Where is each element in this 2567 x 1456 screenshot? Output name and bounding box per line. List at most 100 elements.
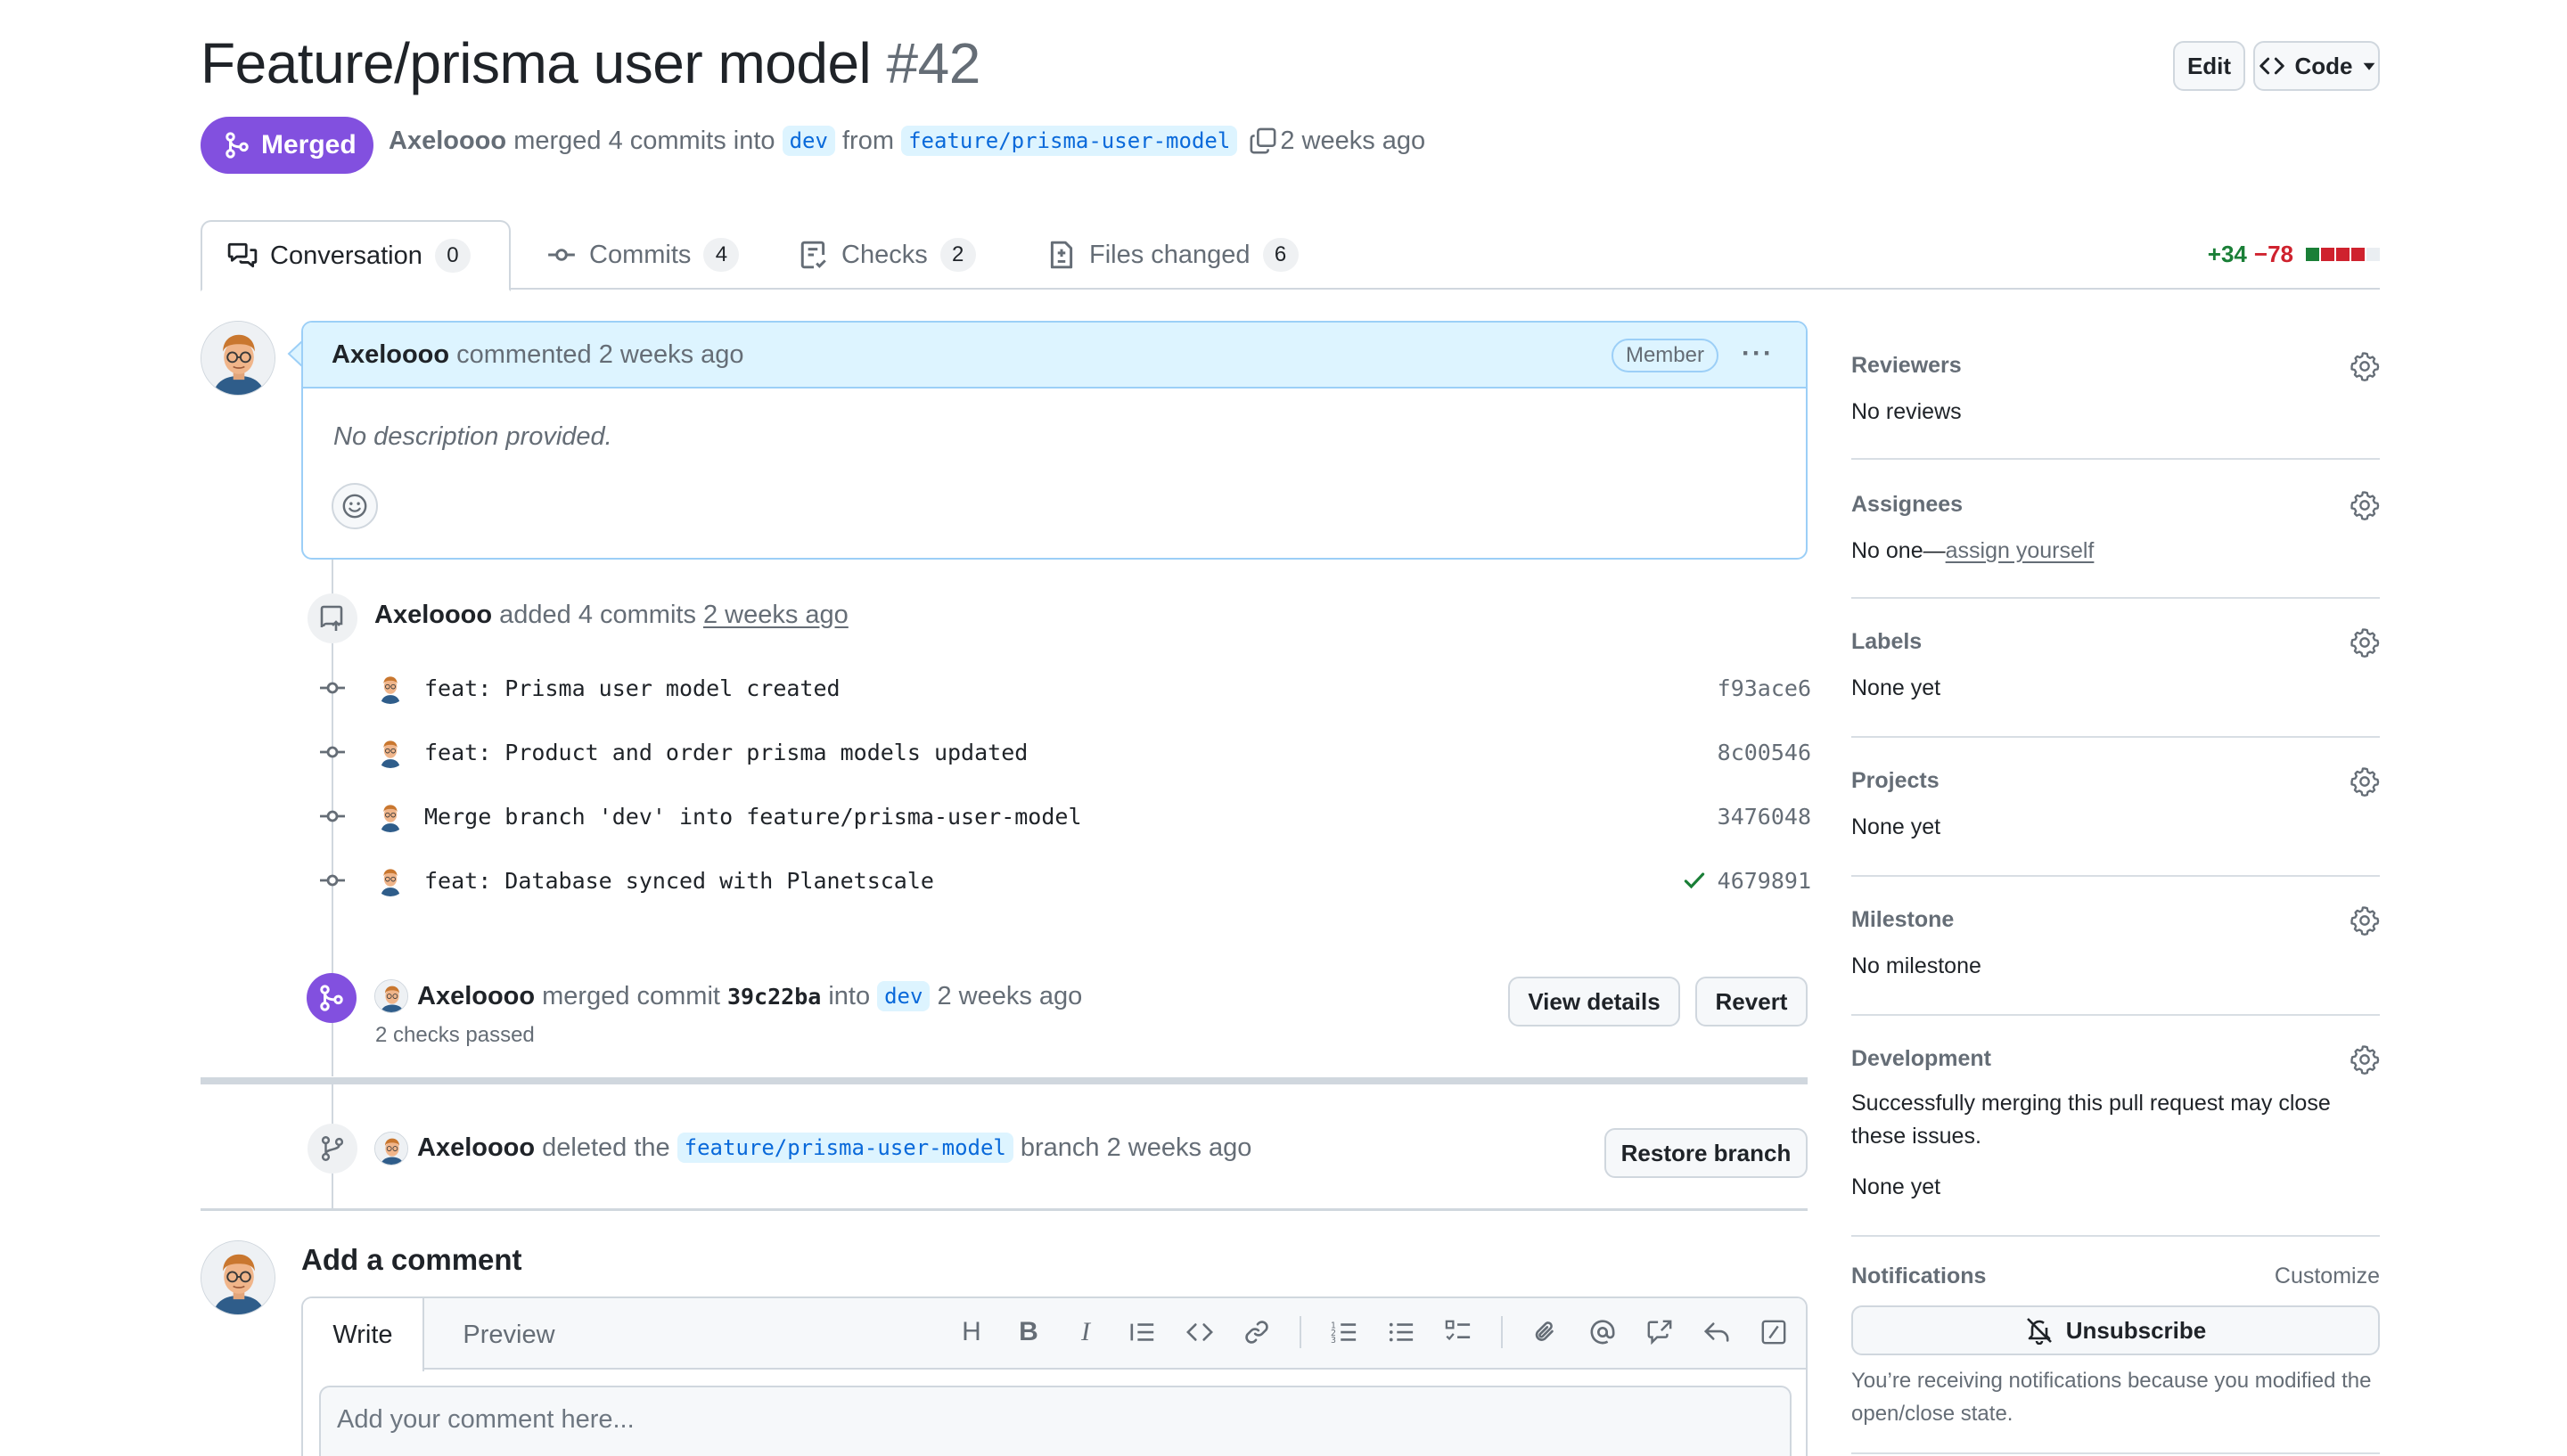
customize-link[interactable]: Customize [2264, 1264, 2380, 1289]
gear-icon[interactable] [2350, 351, 2380, 381]
commit-message-link[interactable]: feat: Prisma user model created [424, 675, 841, 701]
gear-icon[interactable] [2350, 1044, 2380, 1075]
milestone-title[interactable]: Milestone [1851, 907, 1954, 933]
tab-conversation-label: Conversation [270, 241, 422, 270]
timeline-break [201, 1077, 1808, 1084]
assignees-title[interactable]: Assignees [1851, 492, 1963, 518]
italic-icon[interactable]: I [1071, 1317, 1100, 1346]
sidebar-projects: Projects None yet [1851, 738, 2380, 877]
add-reaction-button[interactable] [332, 483, 378, 529]
tab-conversation-count: 0 [434, 239, 471, 273]
commit-message-link[interactable]: feat: Product and order prisma models up… [424, 740, 1028, 765]
merge-author-link[interactable]: Axeloooo [417, 982, 535, 1011]
toolbar-divider [1501, 1316, 1503, 1348]
author-avatar[interactable] [201, 321, 275, 396]
tab-commits[interactable]: Commits 4 [521, 220, 764, 290]
pr-author-link[interactable]: Axeloooo [389, 127, 506, 156]
view-details-label: View details [1528, 987, 1661, 1015]
comment-discussion-icon [227, 241, 258, 271]
view-details-button[interactable]: View details [1508, 977, 1680, 1027]
restore-branch-button[interactable]: Restore branch [1604, 1128, 1808, 1178]
labels-title[interactable]: Labels [1851, 629, 1922, 655]
slash-commands-icon[interactable] [1759, 1318, 1788, 1346]
sidebar-development: Development Successfully merging this pu… [1851, 1016, 2380, 1237]
diffstat: +34 −78 [2208, 241, 2380, 268]
assign-yourself-link[interactable]: assign yourself [1946, 538, 2095, 563]
merge-into-text: into [828, 981, 871, 1010]
tab-files-changed-label: Files changed [1089, 240, 1251, 269]
delete-author-link[interactable]: Axeloooo [417, 1133, 535, 1163]
commit-sha-link[interactable]: 3476048 [1718, 804, 1811, 830]
pr-merged-text: merged 4 commits into [513, 126, 775, 155]
smiley-icon [341, 493, 368, 519]
markdown-toolbar: H B I 123 [957, 1316, 1788, 1348]
gear-icon[interactable] [2350, 627, 2380, 658]
link-icon[interactable] [1242, 1318, 1271, 1346]
repo-push-icon [318, 604, 347, 633]
unordered-list-icon[interactable] [1387, 1318, 1415, 1346]
tab-checks[interactable]: Checks 2 [774, 220, 1001, 290]
deleted-branch-name: feature/prisma-user-model [677, 1133, 1013, 1163]
commits-event-time-link[interactable]: 2 weeks ago [703, 601, 849, 630]
current-user-avatar[interactable] [201, 1240, 275, 1315]
gear-icon[interactable] [2350, 766, 2380, 797]
gear-icon[interactable] [2350, 905, 2380, 936]
commit-sha-link[interactable]: 4679891 [1718, 868, 1811, 894]
unsubscribe-button[interactable]: Unsubscribe [1851, 1305, 2380, 1355]
branch-deleted-badge [308, 1124, 357, 1174]
cross-reference-icon[interactable] [1645, 1318, 1674, 1346]
diffstat-deletions: −78 [2253, 241, 2293, 267]
reviewers-title[interactable]: Reviewers [1851, 353, 1962, 379]
kebab-menu-icon[interactable]: ··· [1742, 339, 1774, 369]
commits-event-text: added 4 commits [499, 601, 696, 629]
development-title[interactable]: Development [1851, 1046, 1991, 1072]
commit-message-link[interactable]: Merge branch 'dev' into feature/prisma-u… [424, 804, 1082, 830]
commits-event-author-link[interactable]: Axeloooo [374, 601, 492, 630]
merged-state-label: Merged [261, 130, 357, 160]
tab-write[interactable]: Write [303, 1298, 424, 1371]
commit-sha-link[interactable]: f93ace6 [1718, 675, 1811, 701]
check-icon[interactable] [1682, 868, 1707, 893]
merged-state-badge: Merged [201, 117, 373, 174]
head-branch-link[interactable]: feature/prisma-user-model [901, 126, 1238, 156]
bold-icon[interactable]: B [1014, 1317, 1043, 1346]
toolbar-divider [1300, 1316, 1301, 1348]
task-list-icon[interactable] [1444, 1318, 1472, 1346]
delete-author-avatar[interactable] [374, 1132, 408, 1166]
revert-button[interactable]: Revert [1695, 977, 1808, 1027]
commit-author-avatar[interactable] [374, 800, 406, 832]
code-icon[interactable] [1185, 1318, 1214, 1346]
copy-icon[interactable] [1250, 127, 1276, 154]
tab-conversation[interactable]: Conversation 0 [201, 220, 511, 291]
merge-author-avatar[interactable] [374, 979, 408, 1013]
commit-message-link[interactable]: feat: Database synced with Planetscale [424, 868, 934, 894]
commit-author-avatar[interactable] [374, 864, 406, 896]
commit-sha-link[interactable]: 8c00546 [1718, 740, 1811, 765]
edit-button[interactable]: Edit [2173, 41, 2245, 91]
comment-textarea[interactable]: Add your comment here... [319, 1386, 1792, 1456]
commit-author-avatar[interactable] [374, 736, 406, 768]
svg-text:3: 3 [1331, 1336, 1336, 1346]
base-branch-link[interactable]: dev [782, 126, 835, 156]
mention-icon[interactable] [1588, 1318, 1617, 1346]
merge-commit-sha-link[interactable]: 39c22ba [727, 984, 821, 1010]
heading-icon[interactable]: H [957, 1317, 986, 1346]
tab-files-changed[interactable]: Files changed 6 [1021, 220, 1324, 290]
projects-title[interactable]: Projects [1851, 768, 1940, 794]
merge-branch-link[interactable]: dev [877, 981, 931, 1011]
labels-value: None yet [1851, 675, 1941, 700]
revert-label: Revert [1715, 987, 1788, 1015]
merge-event: Axeloooo merged commit 39c22ba into dev … [417, 981, 1082, 1011]
reply-icon[interactable] [1702, 1318, 1731, 1346]
commit-author-avatar[interactable] [374, 672, 406, 704]
code-button[interactable]: Code [2253, 41, 2380, 91]
tab-preview[interactable]: Preview [426, 1298, 592, 1371]
quote-icon[interactable] [1128, 1318, 1157, 1346]
commit-sha: f93ace6 [1718, 675, 1811, 701]
comment-author-link[interactable]: Axeloooo [332, 340, 449, 370]
commit-row: feat: Database synced with Planetscale 46… [314, 863, 1811, 898]
gear-icon[interactable] [2350, 490, 2380, 520]
ordered-list-icon[interactable]: 123 [1330, 1318, 1358, 1346]
member-badge: Member [1611, 339, 1718, 372]
attach-icon[interactable] [1531, 1318, 1560, 1346]
